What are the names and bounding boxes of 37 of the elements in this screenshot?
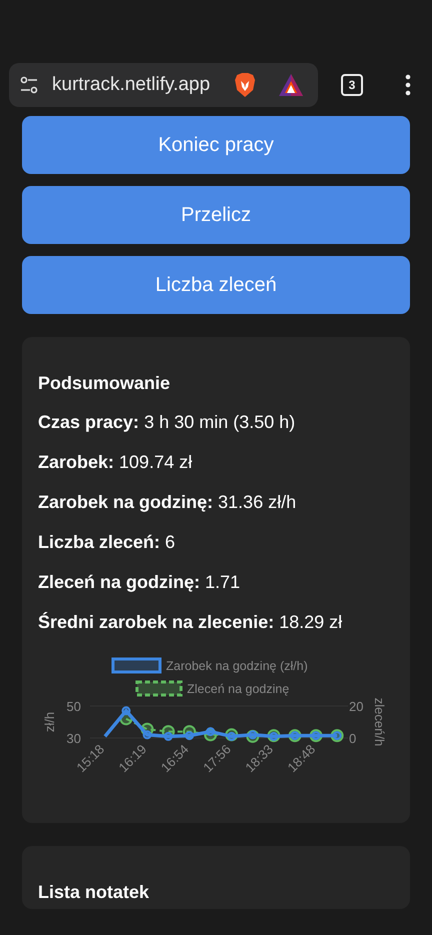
- card-title: Podsumowanie: [38, 373, 172, 394]
- axis-tick-label: 0: [349, 731, 356, 746]
- legend-label[interactable]: Zleceń na godzinę: [187, 682, 290, 696]
- summary-line: Średni zarobek na zlecenie: 18.29 zł: [38, 612, 344, 633]
- axis-title: zleceń/h: [372, 698, 387, 746]
- tab-count-button[interactable]: 3: [341, 74, 363, 96]
- legend-label[interactable]: Zarobek na godzinę (zł/h): [166, 659, 308, 673]
- data-point: [164, 732, 173, 741]
- data-point: [225, 728, 238, 742]
- data-point: [122, 706, 131, 716]
- summary-line: Zarobek: 109.74 zł: [38, 452, 194, 473]
- triangle-icon[interactable]: [278, 73, 304, 97]
- data-point: [269, 732, 278, 741]
- lion-shield-icon[interactable]: [233, 72, 257, 98]
- action-button[interactable]: Liczba zleceń: [22, 256, 410, 314]
- action-button[interactable]: Koniec pracy: [22, 116, 410, 174]
- data-point: [140, 722, 154, 736]
- axis-title: zł/h: [42, 712, 57, 732]
- axis-tick-label: 30: [66, 731, 81, 746]
- site-settings-icon[interactable]: [19, 75, 39, 95]
- menu-icon[interactable]: [405, 74, 411, 96]
- summary-line: Czas pracy: 3 h 30 min (3.50 h): [38, 412, 296, 433]
- action-button[interactable]: Przelicz: [22, 186, 410, 244]
- data-point: [120, 712, 133, 726]
- axis-tick-label: 50: [66, 699, 81, 714]
- axis-tick-label: 20: [349, 699, 364, 714]
- data-point: [248, 730, 258, 740]
- summary-line: Zarobek na godzinę: 31.36 zł/h: [38, 492, 298, 513]
- summary-line: Zleceń na godzinę: 1.71: [38, 572, 242, 593]
- data-point: [184, 731, 194, 740]
- data-point: [246, 730, 260, 743]
- data-point: [142, 730, 152, 740]
- data-point: [227, 732, 236, 741]
- address-bar[interactable]: kurtrack.netlify.app: [9, 63, 318, 107]
- card-title: Lista notatek: [38, 882, 150, 903]
- data-point: [267, 729, 280, 742]
- summary-line: Liczba zleceń: 6: [38, 532, 176, 553]
